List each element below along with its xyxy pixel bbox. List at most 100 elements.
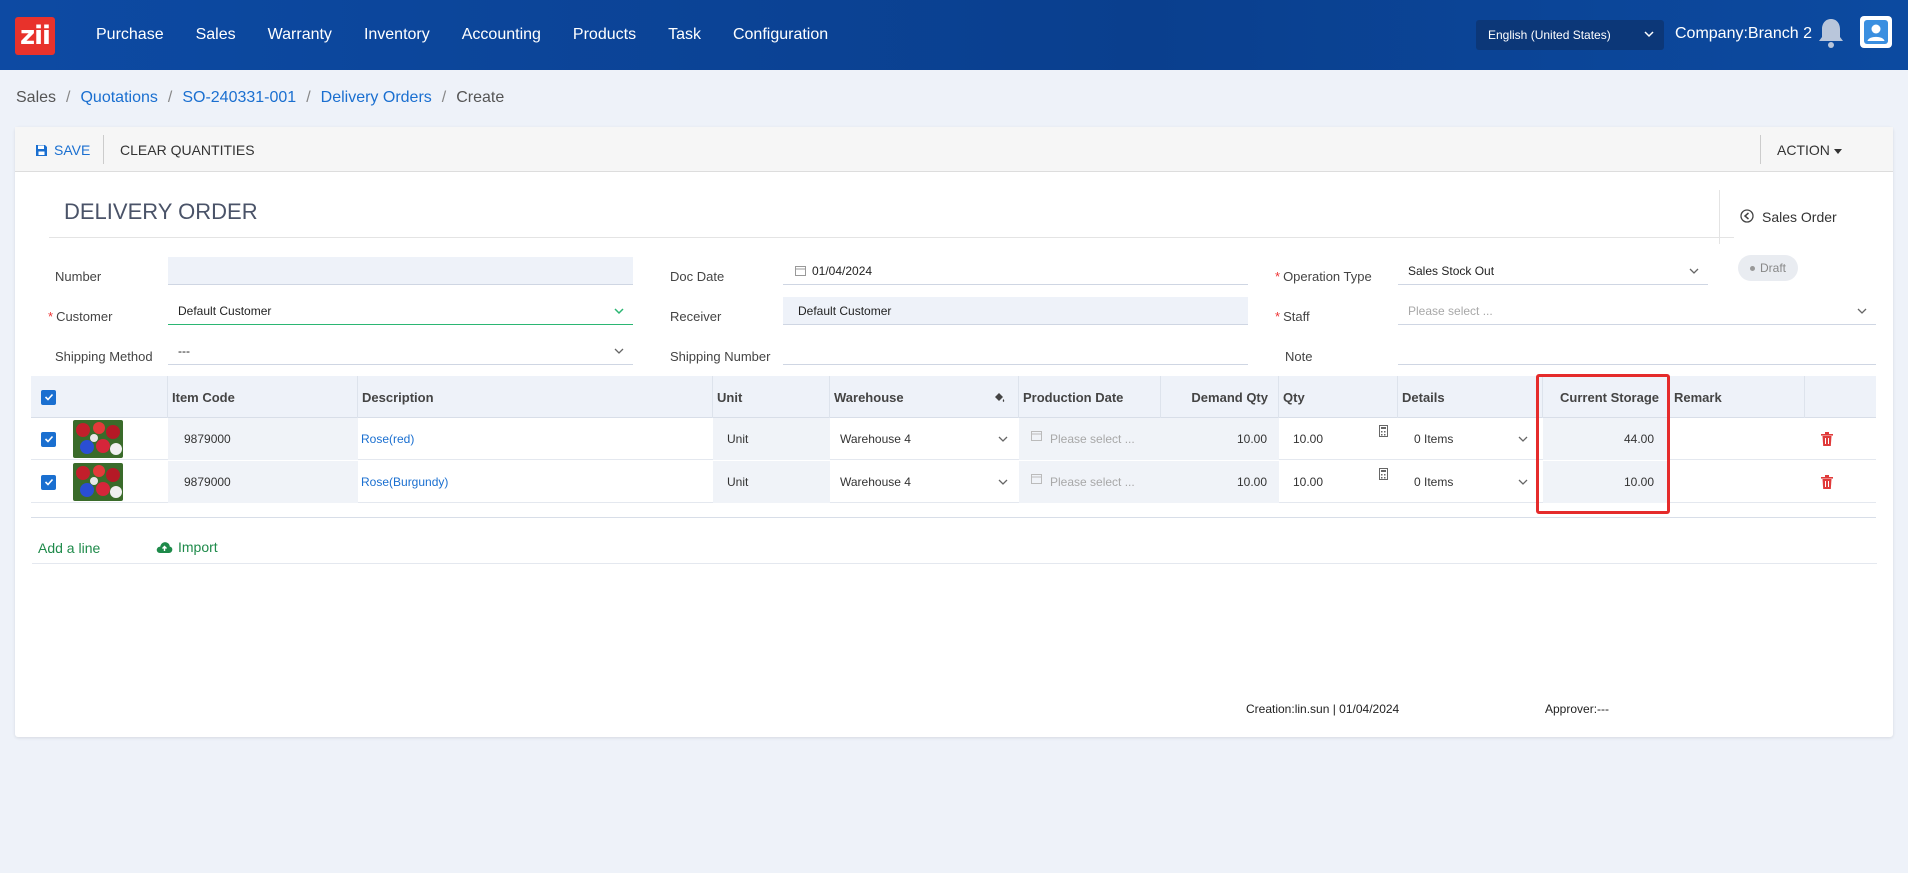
save-icon	[36, 144, 47, 156]
import-button[interactable]: Import	[156, 539, 218, 555]
shipping-method-select[interactable]: ---	[168, 337, 633, 365]
note-label: Note	[1285, 349, 1313, 364]
production-date-field[interactable]: Please select ...	[1019, 461, 1161, 503]
calculator-icon[interactable]	[1379, 468, 1388, 480]
action-dropdown-button[interactable]: ACTION	[1777, 142, 1842, 158]
chevron-down-icon	[614, 348, 624, 354]
nav-sales[interactable]: Sales	[188, 26, 244, 44]
row-checkbox[interactable]	[41, 474, 56, 490]
chevron-down-icon	[998, 479, 1008, 485]
chevron-down-icon	[614, 308, 624, 315]
language-select[interactable]: English (United States)	[1476, 20, 1664, 50]
unit: Unit	[713, 461, 830, 503]
warehouse-select[interactable]: Warehouse 4	[830, 461, 1019, 503]
cloud-upload-icon	[156, 541, 173, 553]
remark-field[interactable]	[1670, 461, 1805, 503]
breadcrumb-quotations[interactable]: Quotations	[80, 89, 157, 107]
delete-row-button[interactable]	[1821, 461, 1833, 503]
receiver-field[interactable]: Default Customer	[783, 297, 1248, 325]
breadcrumb-separator: /	[167, 89, 173, 106]
qty-input[interactable]: 10.00	[1279, 418, 1398, 460]
circle-arrow-left-icon	[1740, 209, 1754, 223]
language-label: English (United States)	[1488, 28, 1611, 42]
select-all-cell	[31, 376, 168, 418]
col-actions	[1805, 376, 1876, 418]
col-unit: Unit	[713, 376, 830, 418]
remark-field[interactable]	[1670, 418, 1805, 460]
breadcrumb-separator: /	[441, 89, 447, 106]
qty-input[interactable]: 10.00	[1279, 461, 1398, 503]
add-line-button[interactable]: Add a line	[38, 540, 100, 556]
calendar-icon	[1031, 473, 1042, 484]
logo[interactable]: zii	[15, 17, 55, 55]
save-label: SAVE	[54, 142, 91, 158]
paint-bucket-icon[interactable]	[993, 391, 1006, 404]
production-date-field[interactable]: Please select ...	[1019, 418, 1161, 460]
action-label: ACTION	[1777, 142, 1830, 158]
chevron-down-icon	[1644, 31, 1654, 38]
highlight-box	[1536, 374, 1670, 514]
operation-type-select[interactable]: Sales Stock Out	[1398, 257, 1708, 285]
staff-placeholder: Please select ...	[1408, 303, 1493, 318]
nav-products[interactable]: Products	[565, 26, 644, 44]
shipping-method-label: Shipping Method	[55, 349, 153, 364]
shipping-number-field[interactable]	[783, 337, 1248, 365]
sales-order-label: Sales Order	[1762, 209, 1837, 225]
details-select[interactable]: 0 Items	[1398, 461, 1543, 503]
shipping-number-label: Shipping Number	[670, 349, 771, 364]
toolbar: SAVE CLEAR QUANTITIES ACTION	[15, 127, 1893, 172]
nav-warranty[interactable]: Warranty	[260, 26, 340, 44]
approver-info: Approver:---	[1545, 702, 1610, 716]
save-button[interactable]: SAVE	[35, 142, 90, 158]
nav-inventory[interactable]: Inventory	[356, 26, 438, 44]
demand-qty: 10.00	[1161, 461, 1279, 503]
warehouse-select[interactable]: Warehouse 4	[830, 418, 1019, 460]
breadcrumb-sales-order[interactable]: SO-240331-001	[182, 89, 296, 107]
calculator-icon[interactable]	[1379, 425, 1388, 437]
doc-date-value: 01/04/2024	[812, 263, 873, 278]
import-label: Import	[178, 539, 218, 555]
customer-select[interactable]: Default Customer	[168, 297, 633, 325]
chevron-down-icon	[998, 436, 1008, 442]
breadcrumb-separator: /	[306, 89, 311, 106]
sales-order-smart-button[interactable]: Sales Order	[1719, 190, 1893, 244]
staff-select[interactable]: Please select ...	[1398, 297, 1876, 325]
row-checkbox[interactable]	[41, 431, 56, 447]
calendar-icon	[1031, 430, 1042, 441]
nav-configuration[interactable]: Configuration	[725, 26, 836, 44]
nav-task[interactable]: Task	[660, 26, 709, 44]
nav-purchase[interactable]: Purchase	[88, 26, 172, 44]
trash-icon	[1821, 432, 1833, 446]
check-icon	[44, 393, 53, 401]
bell-icon[interactable]	[1815, 16, 1847, 50]
user-avatar[interactable]	[1860, 16, 1892, 48]
shipping-method-value: ---	[178, 343, 190, 358]
description-link[interactable]: Rose(Burgundy)	[361, 461, 713, 503]
doc-date-field[interactable]: 01/04/2024	[783, 257, 1248, 285]
number-field[interactable]	[168, 257, 633, 285]
item-code: 9879000	[168, 418, 358, 460]
select-all-checkbox[interactable]	[41, 389, 56, 405]
clear-quantities-button[interactable]: CLEAR QUANTITIES	[120, 142, 255, 158]
top-navbar: zii Purchase Sales Warranty Inventory Ac…	[0, 0, 1908, 70]
caret-down-icon	[1833, 148, 1842, 154]
col-demand-qty: Demand Qty	[1161, 376, 1279, 418]
divider	[32, 563, 1877, 564]
description-link[interactable]: Rose(red)	[361, 418, 713, 460]
staff-label: * Staff	[1275, 309, 1310, 324]
company-label[interactable]: Company:Branch 2	[1675, 25, 1812, 43]
col-warehouse: Warehouse	[830, 376, 1019, 418]
row-checkbox-cell	[41, 418, 56, 460]
creation-info: Creation:lin.sun | 01/04/2024	[1246, 702, 1400, 716]
note-field[interactable]	[1398, 337, 1876, 365]
chevron-down-icon	[1689, 268, 1699, 274]
chevron-down-icon	[1518, 436, 1528, 442]
breadcrumb-sales: Sales	[16, 89, 57, 106]
doc-date-label: Doc Date	[670, 269, 725, 284]
nav-accounting[interactable]: Accounting	[454, 26, 549, 44]
delete-row-button[interactable]	[1821, 418, 1833, 460]
details-select[interactable]: 0 Items	[1398, 418, 1543, 460]
breadcrumb-separator: /	[66, 89, 71, 106]
breadcrumb-delivery-orders[interactable]: Delivery Orders	[321, 89, 432, 107]
toolbar-divider	[1760, 135, 1761, 164]
